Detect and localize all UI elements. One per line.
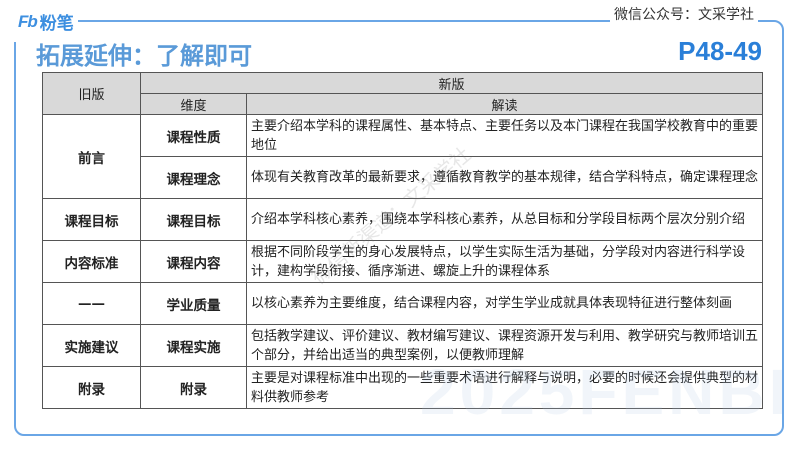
wechat-account: 微信公众号：文采学社	[610, 4, 758, 24]
old-cell: 附录	[42, 366, 141, 409]
desc-cell: 包括教学建议、评价建议、教材编写建议、课程资源开发与利用、教学研究与教师培训五个…	[246, 324, 763, 367]
table-row: 课程理念 体现有关教育改革的最新要求，遵循教育教学的基本规律，结合学科特点，确定…	[43, 156, 763, 199]
desc-cell: 主要介绍本学科的课程属性、基本特点、主要任务以及本门课程在我国学校教育中的重要地…	[246, 114, 763, 157]
fenbi-logo: Fb 粉笔	[18, 9, 74, 35]
header-interpretation: 解读	[246, 93, 763, 115]
dimension-cell: 课程理念	[140, 156, 247, 199]
dimension-cell: 附录	[140, 366, 247, 409]
old-cell: ——	[42, 282, 141, 325]
desc-cell: 以核心素养为主要维度，结合课程内容，对学生学业成就具体表现特征进行整体刻画	[246, 282, 763, 325]
table-row: 附录 附录 主要是对课程标准中出现的一些重要术语进行解释与说明，必要的时候还会提…	[42, 366, 763, 409]
desc-cell: 体现有关教育改革的最新要求，遵循教育教学的基本规律，结合学科特点，确定课程理念	[246, 156, 763, 199]
dimension-cell: 课程实施	[140, 324, 247, 367]
header-dimension: 维度	[140, 93, 247, 115]
table-row: 内容标准 课程内容 根据不同阶段学生的身心发展特点，以学生实际生活为基础，分学段…	[42, 240, 763, 283]
table-row: 前言 课程性质 主要介绍本学科的课程属性、基本特点、主要任务以及本门课程在我国学…	[42, 114, 763, 199]
desc-cell: 主要是对课程标准中出现的一些重要术语进行解释与说明，必要的时候还会提供典型的材料…	[246, 366, 763, 409]
dimension-cell: 课程性质	[140, 114, 247, 157]
old-cell: 实施建议	[42, 324, 141, 367]
page-reference: P48-49	[678, 36, 762, 66]
curriculum-comparison-table: 旧版 新版 维度 解读 前言 课程性质 主要介绍本学科的课程属性、基本特点、主要…	[42, 72, 763, 409]
header-row: 旧版 新版	[42, 72, 763, 115]
old-cell: 课程目标	[42, 198, 141, 241]
dimension-cell: 学业质量	[140, 282, 247, 325]
old-cell: 内容标准	[42, 240, 141, 283]
header-new: 新版	[140, 72, 763, 94]
desc-cell: 介绍本学科核心素养，围绕本学科核心素养，从总目标和分学段目标两个层次分别介绍	[246, 198, 763, 241]
desc-cell: 根据不同阶段学生的身心发展特点，以学生实际生活为基础，分学段对内容进行科学设计，…	[246, 240, 763, 283]
dimension-cell: 课程内容	[140, 240, 247, 283]
old-cell: 前言	[42, 114, 141, 199]
logo-text: 粉笔	[39, 14, 74, 34]
logo-mark: Fb	[18, 11, 38, 31]
dimension-cell: 课程目标	[140, 198, 247, 241]
table-row: 实施建议 课程实施 包括教学建议、评价建议、教材编写建议、课程资源开发与利用、教…	[42, 324, 763, 367]
table-row: —— 学业质量 以核心素养为主要维度，结合课程内容，对学生学业成就具体表现特征进…	[42, 282, 763, 325]
subheader-row: 维度 解读	[43, 93, 763, 115]
header-old: 旧版	[42, 72, 141, 115]
page-title: 拓展延伸：了解即可	[36, 42, 252, 70]
table-row: 课程目标 课程目标 介绍本学科核心素养，围绕本学科核心素养，从总目标和分学段目标…	[42, 198, 763, 241]
